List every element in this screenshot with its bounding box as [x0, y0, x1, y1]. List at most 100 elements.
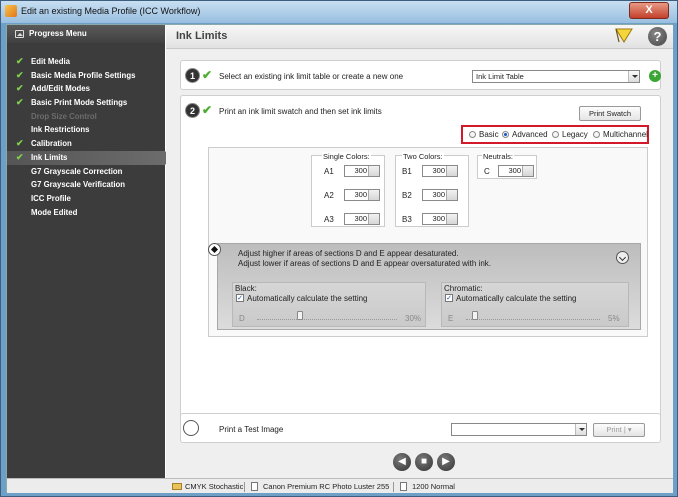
- sidebar-item-label: Ink Restrictions: [31, 125, 90, 135]
- sidebar-item-ink-restrictions[interactable]: Ink Restrictions: [7, 123, 165, 137]
- print-test-button[interactable]: Print | ▾: [593, 423, 645, 437]
- b2-label: B2: [402, 191, 412, 200]
- expand-chevron-icon[interactable]: [616, 251, 629, 264]
- ink-limits-area: Single Colors: A1 300 A2 300 A3 300 Two …: [208, 147, 648, 337]
- black-letter: D: [239, 314, 245, 323]
- a3-spinner[interactable]: 300: [344, 213, 380, 225]
- folder-icon: [172, 483, 182, 490]
- b3-label: B3: [402, 215, 412, 224]
- a1-spinner[interactable]: 300: [344, 165, 380, 177]
- ink-limit-table-value: Ink Limit Table: [476, 72, 524, 81]
- step1-text: Select an existing ink limit table or cr…: [219, 72, 404, 81]
- chromatic-auto-checkbox[interactable]: ✓: [445, 294, 453, 302]
- test-image-panel: Print a Test Image Print | ▾: [180, 413, 661, 443]
- stop-button[interactable]: ■: [415, 453, 433, 471]
- add-table-button[interactable]: +: [649, 70, 661, 82]
- progress-list: ✔ Edit Media ✔ Basic Media Profile Setting…: [7, 43, 171, 220]
- a2-spinner[interactable]: 300: [344, 189, 380, 201]
- client-area: Progress Menu ✔ Edit Media ✔ Basic Media P…: [6, 24, 673, 493]
- progress-sidebar: Progress Menu ✔ Edit Media ✔ Basic Media P…: [7, 25, 171, 478]
- close-button[interactable]: X: [629, 2, 669, 19]
- app-icon: [5, 5, 17, 17]
- mode-legacy-radio[interactable]: [552, 131, 559, 138]
- sidebar-item-mode-edited[interactable]: Mode Edited: [7, 206, 165, 220]
- step1-panel: 1 ✔ Select an existing ink limit table o…: [180, 60, 661, 90]
- sidebar-item-label: Calibration: [31, 139, 72, 149]
- back-button[interactable]: ◀: [393, 453, 411, 471]
- window-title: Edit an existing Media Profile (ICC Work…: [21, 6, 201, 16]
- b1-label: B1: [402, 167, 412, 176]
- section-marker-icon: [208, 243, 221, 256]
- sidebar-item-label: Drop Size Control: [31, 111, 97, 121]
- mode-basic-label: Basic: [479, 130, 499, 139]
- b2-spinner[interactable]: 300: [422, 189, 458, 201]
- c-spinner[interactable]: 300: [498, 165, 534, 177]
- chromatic-value: 5%: [608, 314, 620, 323]
- status-separator: [393, 482, 394, 492]
- black-panel: Black: ✓ Automatically calculate the set…: [232, 282, 426, 327]
- single-colors-group: Single Colors: A1 300 A2 300 A3 300: [311, 152, 385, 227]
- check-icon: ✔: [16, 151, 24, 162]
- b3-spinner[interactable]: 300: [422, 213, 458, 225]
- status-resolution: 1200 Normal: [412, 482, 455, 491]
- sidebar-item-label: Basic Media Profile Settings: [31, 70, 136, 80]
- neutrals-label: Neutrals:: [482, 152, 515, 161]
- neutrals-group: Neutrals: C 300: [477, 152, 537, 179]
- check-icon: ✔: [16, 138, 24, 149]
- test-image-select[interactable]: [451, 423, 587, 436]
- check-icon: ✔: [16, 83, 24, 94]
- progress-menu-title: Progress Menu: [29, 29, 87, 38]
- black-auto-checkbox[interactable]: ✓: [236, 294, 244, 302]
- chromatic-slider-track[interactable]: [466, 311, 600, 320]
- sidebar-item-icc-profile[interactable]: ICC Profile: [7, 192, 165, 206]
- check-icon: ✔: [16, 97, 24, 108]
- black-value: 30%: [405, 314, 422, 323]
- step2-text: Print an ink limit swatch and then set i…: [219, 107, 382, 116]
- flag-icon[interactable]: [615, 28, 633, 43]
- ink-limit-table-select[interactable]: Ink Limit Table: [472, 70, 640, 83]
- sidebar-item-ink-limits[interactable]: ✔ Ink Limits: [7, 150, 171, 165]
- sidebar-item-calibration[interactable]: ✔ Calibration: [7, 137, 165, 151]
- step1-number: 1: [185, 68, 200, 83]
- mode-advanced-radio[interactable]: [502, 131, 509, 138]
- print-swatch-button[interactable]: Print Swatch: [579, 106, 641, 121]
- chromatic-title: Chromatic:: [444, 284, 483, 293]
- status-color-mode: CMYK Stochastic: [185, 482, 244, 491]
- sidebar-item-label: Basic Print Mode Settings: [31, 98, 128, 108]
- resolution-icon: [400, 482, 407, 491]
- check-icon: ✔: [16, 69, 24, 80]
- print-test-label: Print: [606, 425, 622, 434]
- mode-multichannel-radio[interactable]: [593, 131, 600, 138]
- sidebar-item-g7-correction[interactable]: G7 Grayscale Correction: [7, 165, 165, 179]
- page-title: Ink Limits: [176, 30, 228, 42]
- help-icon[interactable]: ?: [648, 27, 667, 46]
- b1-spinner[interactable]: 300: [422, 165, 458, 177]
- black-auto-label: Automatically calculate the setting: [247, 294, 368, 303]
- sidebar-item-g7-verification[interactable]: G7 Grayscale Verification: [7, 178, 165, 192]
- chromatic-panel: Chromatic: ✓ Automatically calculate the…: [441, 282, 629, 327]
- step2-number: 2: [185, 103, 200, 118]
- progress-menu-header[interactable]: Progress Menu: [7, 25, 165, 43]
- chromatic-slider-thumb[interactable]: [472, 311, 479, 320]
- sidebar-item-edit-media[interactable]: ✔ Edit Media: [7, 55, 165, 69]
- sidebar-item-label: G7 Grayscale Correction: [31, 166, 123, 176]
- main-pane: Ink Limits ? 1 ✔ Select an existing ink …: [166, 25, 673, 478]
- adjust-hint-line1: Adjust higher if areas of sections D and…: [238, 249, 459, 258]
- mode-multichannel-label: Multichannel: [603, 130, 648, 139]
- a3-label: A3: [324, 215, 334, 224]
- chevron-down-icon: [628, 71, 639, 82]
- test-image-text: Print a Test Image: [219, 425, 284, 434]
- c-label: C: [484, 167, 490, 176]
- media-icon: [251, 482, 258, 491]
- mode-basic-radio[interactable]: [469, 131, 476, 138]
- sidebar-item-add-edit-modes[interactable]: ✔ Add/Edit Modes: [7, 82, 165, 96]
- black-slider-thumb[interactable]: [297, 311, 304, 320]
- sidebar-item-basic-media-profile[interactable]: ✔ Basic Media Profile Settings: [7, 69, 165, 83]
- black-slider-track[interactable]: [257, 311, 397, 320]
- next-button[interactable]: ▶: [437, 453, 455, 471]
- sidebar-item-basic-print-mode[interactable]: ✔ Basic Print Mode Settings: [7, 96, 165, 110]
- mode-advanced-label: Advanced: [512, 130, 548, 139]
- sidebar-item-label: ICC Profile: [31, 193, 71, 203]
- two-colors-group: Two Colors: B1 300 B2 300 B3 300: [395, 152, 469, 227]
- sidebar-item-label: Mode Edited: [31, 207, 78, 217]
